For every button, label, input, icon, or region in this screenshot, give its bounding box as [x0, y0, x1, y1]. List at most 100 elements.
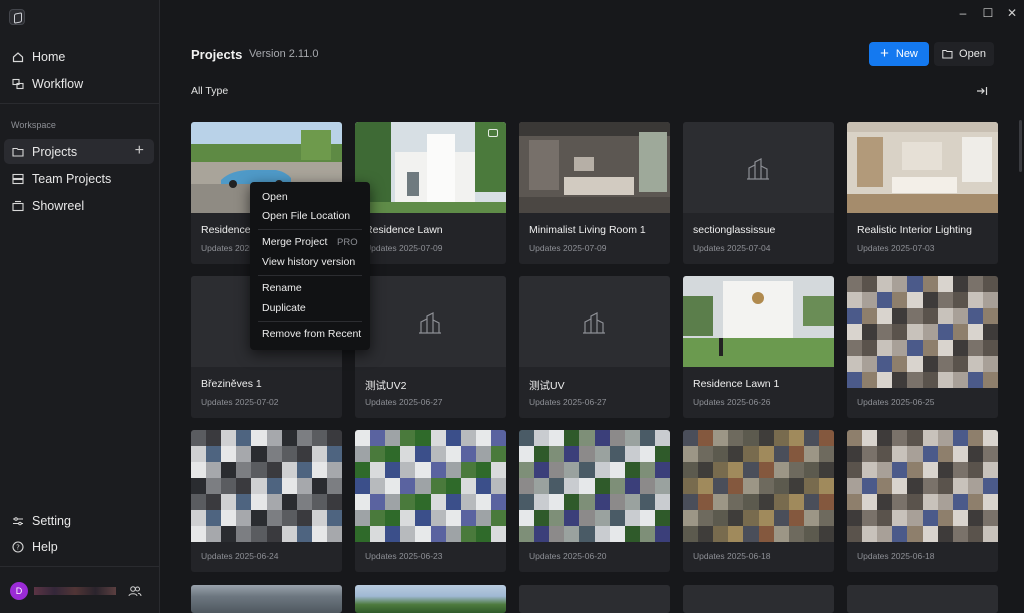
project-thumbnail — [519, 276, 670, 367]
project-card[interactable] — [847, 585, 998, 613]
add-project-icon[interactable]: + — [135, 143, 144, 159]
project-card[interactable]: sectionglassissue Updates 2025-07-04 — [683, 122, 834, 264]
sidebar-divider — [0, 566, 159, 567]
project-name: Residence — [201, 224, 251, 236]
project-thumbnail — [847, 122, 998, 213]
sidebar-divider — [0, 103, 159, 104]
project-updated-date: Updates 2025-07-04 — [693, 243, 771, 253]
close-icon[interactable]: ✕ — [1005, 6, 1019, 20]
sidebar-item-label: Team Projects — [32, 171, 112, 186]
maximize-icon[interactable]: ☐ — [981, 6, 995, 20]
project-card[interactable] — [355, 585, 506, 613]
sidebar-item-showreel[interactable]: Showreel — [4, 193, 154, 218]
project-card[interactable]: Updates 2025-06-24 — [191, 430, 342, 572]
project-updated-date: Updates 2025-06-18 — [857, 551, 935, 561]
project-updated-date: Updates 2025-06-20 — [529, 551, 607, 561]
sidebar-item-label: Workflow — [32, 76, 84, 91]
project-card[interactable]: 测试UV Updates 2025-06-27 — [519, 276, 670, 418]
sidebar-item-label: Projects — [32, 144, 78, 159]
sidebar-item-help[interactable]: ? Help — [4, 534, 154, 559]
svg-text:?: ? — [16, 543, 20, 551]
folder-icon — [942, 49, 953, 59]
people-icon[interactable] — [128, 585, 142, 597]
building-placeholder-icon — [417, 312, 443, 334]
project-card[interactable]: Updates 2025-06-23 — [355, 430, 506, 572]
menu-separator — [258, 229, 362, 230]
project-updated-date: Updates 2025-07-09 — [529, 243, 607, 253]
menu-item-rename[interactable]: Rename — [262, 282, 302, 294]
user-profile[interactable]: D — [10, 582, 116, 600]
sidebar-item-team-projects[interactable]: Team Projects — [4, 166, 154, 191]
project-name: Residence Lawn — [365, 224, 443, 236]
project-card[interactable]: Updates 2025-06-18 — [683, 430, 834, 572]
showreel-icon — [12, 200, 24, 212]
open-project-button[interactable]: Open — [934, 42, 994, 66]
sidebar: Home Workflow Workspace Projects + Team … — [0, 0, 160, 613]
project-card[interactable] — [683, 585, 834, 613]
menu-item-remove-from-recent[interactable]: Remove from Recent — [262, 328, 361, 340]
project-card[interactable]: Updates 2025-06-18 — [847, 430, 998, 572]
version-label: Version 2.11.0 — [249, 48, 319, 60]
project-name: Březiněves 1 — [201, 378, 262, 390]
project-name: 测试UV2 — [365, 380, 407, 392]
project-thumbnail — [847, 276, 998, 388]
type-filter-dropdown[interactable]: All Type — [191, 85, 228, 97]
menu-separator — [258, 321, 362, 322]
project-card[interactable]: Realistic Interior Lighting Updates 2025-… — [847, 122, 998, 264]
page-title: Projects — [191, 47, 243, 62]
scrollbar-thumb[interactable] — [1019, 120, 1022, 172]
menu-separator — [258, 275, 362, 276]
menu-item-open-file-location[interactable]: Open File Location — [262, 210, 350, 222]
project-updated-date: Updates 2025-06-24 — [201, 551, 279, 561]
project-card[interactable]: Residence Lawn Updates 2025-07-09 — [355, 122, 506, 264]
project-updated-date: Updates 2025-06-27 — [529, 397, 607, 407]
app-logo-icon — [9, 9, 25, 25]
menu-item-duplicate[interactable]: Duplicate — [262, 302, 306, 314]
sidebar-item-label: Showreel — [32, 198, 85, 213]
project-updated-date: Updates 2025-06-27 — [365, 397, 443, 407]
context-menu: Open Open File Location Merge Project PR… — [250, 182, 370, 350]
project-thumbnail — [355, 585, 506, 613]
minimize-icon[interactable]: – — [956, 6, 970, 20]
project-updated-date: Updates 2025-06-25 — [857, 397, 935, 407]
sidebar-item-projects[interactable]: Projects + — [4, 139, 154, 164]
project-card[interactable]: Updates 2025-06-25 — [847, 276, 998, 418]
sidebar-item-label: Setting — [32, 513, 71, 528]
export-icon[interactable] — [975, 84, 989, 98]
project-thumbnail — [683, 430, 834, 542]
project-name: sectionglassissue — [693, 224, 776, 236]
project-updated-date: Updates 2025-07-02 — [201, 397, 279, 407]
project-card[interactable]: Residence Lawn 1 Updates 2025-06-26 — [683, 276, 834, 418]
sidebar-item-setting[interactable]: Setting — [4, 508, 154, 533]
project-card[interactable]: 测试UV2 Updates 2025-06-27 — [355, 276, 506, 418]
project-updated-date: Updates 2025-06-26 — [693, 397, 771, 407]
building-placeholder-icon — [581, 312, 607, 334]
new-project-button[interactable]: + New — [869, 42, 929, 66]
project-updated-date: Updates 2025-06-18 — [693, 551, 771, 561]
project-updated-date: Updates 2025-07-03 — [857, 243, 935, 253]
project-name: Residence Lawn 1 — [693, 378, 780, 390]
project-thumbnail — [683, 585, 834, 613]
camera-icon — [488, 129, 498, 137]
project-card[interactable] — [191, 585, 342, 613]
avatar[interactable]: D — [10, 582, 28, 600]
workflow-icon — [12, 78, 24, 90]
project-card[interactable]: Updates 2025-06-20 — [519, 430, 670, 572]
sidebar-item-label: Home — [32, 49, 66, 64]
project-card[interactable] — [519, 585, 670, 613]
home-icon — [12, 51, 24, 63]
team-projects-icon — [12, 173, 24, 185]
menu-item-merge-project[interactable]: Merge Project — [262, 236, 327, 248]
project-updated-date: Updates 2025-06-23 — [365, 551, 443, 561]
menu-item-open[interactable]: Open — [262, 191, 288, 203]
sidebar-item-label: Help — [32, 539, 58, 554]
project-thumbnail — [519, 585, 670, 613]
sidebar-item-workflow[interactable]: Workflow — [4, 71, 154, 96]
plus-icon: + — [880, 45, 889, 62]
sliders-icon — [12, 515, 24, 527]
sidebar-item-home[interactable]: Home — [4, 44, 154, 69]
menu-item-view-history-version[interactable]: View history version — [262, 256, 355, 268]
project-card[interactable]: Minimalist Living Room 1 Updates 2025-07-… — [519, 122, 670, 264]
username-redacted — [34, 587, 116, 595]
project-thumbnail — [847, 585, 998, 613]
